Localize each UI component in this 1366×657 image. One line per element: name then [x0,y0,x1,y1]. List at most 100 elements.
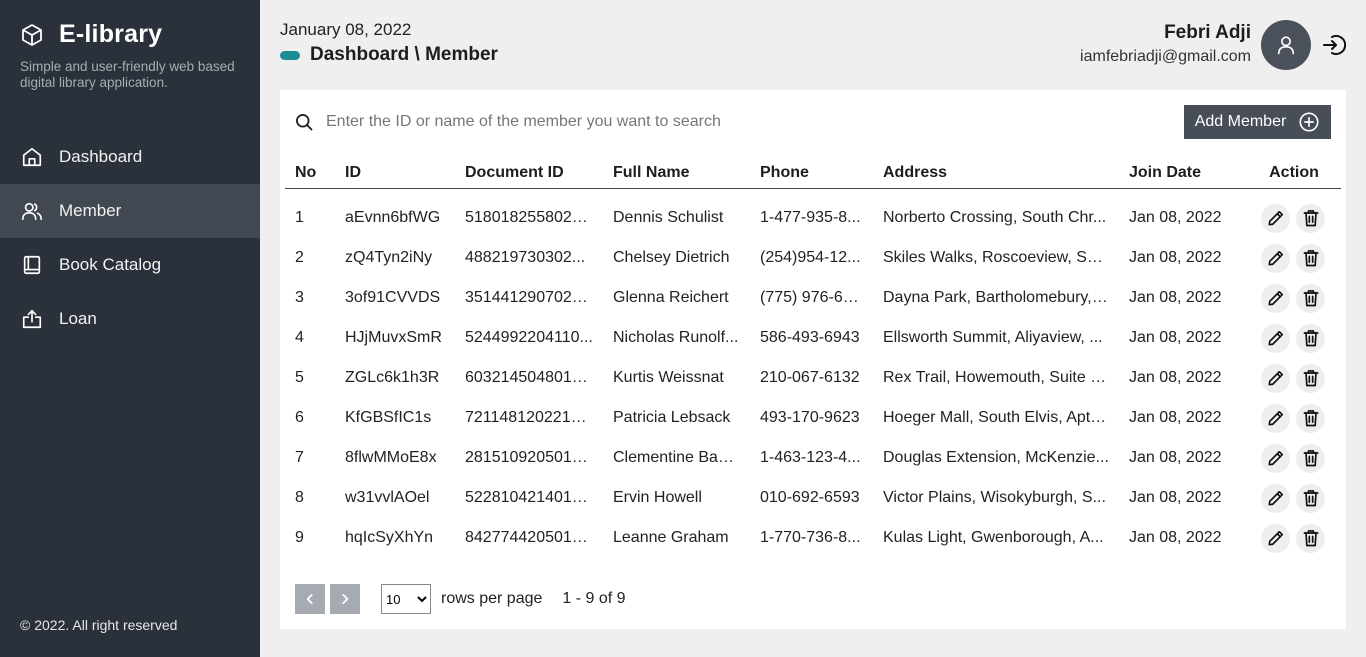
cell-address: Kulas Light, Gwenborough, A... [883,529,1104,546]
table-row[interactable]: 9 hqIcSyXhYn 8427744205010... Leanne Graham… [285,518,1341,558]
delete-button[interactable] [1296,483,1325,513]
cell-full-name: Glenna Reichert [613,289,729,306]
cell-document-id: 2815109205010... [465,449,595,466]
chevron-left-icon [306,594,313,604]
avatar[interactable] [1261,20,1311,70]
sidebar-item-label: Dashboard [59,147,143,166]
pencil-icon [1266,488,1286,508]
delete-button[interactable] [1296,443,1325,473]
edit-button[interactable] [1261,283,1290,313]
cell-action [1247,438,1341,478]
sidebar-item-loan[interactable]: Loan [0,292,260,346]
cell-id: aEvnn6bfWG [345,209,441,227]
sidebar-item-book-catalog[interactable]: Book Catalog [0,238,260,292]
delete-button[interactable] [1296,243,1325,273]
sidebar-item-dashboard[interactable]: Dashboard [0,130,260,184]
column-header-action: Action [1247,158,1341,189]
cell-join-date: Jan 08, 2022 [1129,209,1222,227]
cell-no: 6 [295,409,304,426]
member-table: No ID Document ID Full Name Phone Addres… [285,158,1341,558]
table-row[interactable]: 7 8flwMMoE8x 2815109205010... Clementine Ba… [285,438,1341,478]
cell-address: Douglas Extension, McKenzie... [883,449,1109,466]
cell-join-date: Jan 08, 2022 [1129,529,1222,546]
cell-full-name: Patricia Lebsack [613,409,731,426]
edit-button[interactable] [1261,243,1290,273]
previous-page-button[interactable] [295,584,325,614]
cell-address: Ellsworth Summit, Aliyaview, ... [883,329,1103,346]
table-row[interactable]: 8 w31vvlAOel 5228104214010... Ervin Howell 0… [285,478,1341,518]
plus-circle-icon [1298,111,1320,133]
edit-button[interactable] [1261,523,1290,553]
sidebar-item-member[interactable]: Member [0,184,260,238]
cell-phone: 210-067-6132 [760,369,860,386]
cell-join-date: Jan 08, 2022 [1129,489,1222,506]
column-header-phone[interactable]: Phone [750,158,873,189]
table-row[interactable]: 2 zQ4Tyn2iNy 488219730302... Chelsey Dietri… [285,238,1341,278]
trash-icon [1301,248,1321,268]
edit-button[interactable] [1261,403,1290,433]
column-header-id[interactable]: ID [335,158,455,189]
trash-icon [1301,528,1321,548]
cell-address: Rex Trail, Howemouth, Suite 2... [883,369,1113,386]
add-member-button[interactable]: Add Member [1184,105,1331,139]
cell-address: Victor Plains, Wisokyburgh, S... [883,489,1106,506]
book-icon [20,253,44,277]
sidebar-item-label: Member [59,201,122,220]
cell-phone: 1-770-736-8... [760,529,861,546]
page-range: 1 - 9 of 9 [562,590,626,607]
sidebar-item-label: Book Catalog [59,255,162,274]
edit-button[interactable] [1261,443,1290,473]
table-row[interactable]: 1 aEvnn6bfWG 5180182558020... Dennis Schuli… [285,188,1341,238]
column-header-full-name[interactable]: Full Name [603,158,750,189]
table-header-row: No ID Document ID Full Name Phone Addres… [285,158,1341,189]
edit-button[interactable] [1261,363,1290,393]
cell-id: 3of91CVVDS [345,289,441,306]
column-header-join-date[interactable]: Join Date [1119,158,1247,189]
table-row[interactable]: 5 ZGLc6k1h3R 6032145048010... Kurtis Weissn… [285,358,1341,398]
cell-action [1247,518,1341,558]
sidebar-item-label: Loan [59,309,97,328]
upload-icon [20,307,44,331]
cell-join-date: Jan 08, 2022 [1129,249,1222,266]
cell-address: Dayna Park, Bartholomebury, ... [883,289,1110,306]
table-row[interactable]: 4 HJjMuvxSmR 5244992204110... Nicholas Runo… [285,318,1341,358]
rows-per-page-select[interactable]: 10 [381,584,431,614]
cell-document-id: 488219730302... [465,249,586,266]
current-date: January 08, 2022 [280,20,412,39]
column-header-document-id[interactable]: Document ID [455,158,603,189]
rows-per-page-label: rows per page [441,590,543,607]
edit-button[interactable] [1261,203,1290,233]
search-input[interactable] [326,108,1166,136]
column-header-address[interactable]: Address [873,158,1119,189]
table-row[interactable]: 6 KfGBSfIC1s 72114812022100... Patricia Leb… [285,398,1341,438]
delete-button[interactable] [1296,323,1325,353]
cell-address: Skiles Walks, Roscoeview, Sui... [883,249,1113,266]
cell-document-id: 5244992204110... [465,329,593,346]
next-page-button[interactable] [330,584,360,614]
delete-button[interactable] [1296,203,1325,233]
cell-full-name: Ervin Howell [613,489,702,506]
cell-id: hqIcSyXhYn [345,529,434,546]
pencil-icon [1266,328,1286,348]
cell-address: Norberto Crossing, South Chr... [883,209,1107,227]
cell-no: 5 [295,369,304,386]
cell-document-id: 5228104214010... [465,489,595,506]
delete-button[interactable] [1296,283,1325,313]
cell-no: 9 [295,529,304,546]
users-icon [20,199,44,223]
column-header-no[interactable]: No [285,158,335,189]
member-panel: Add Member No ID Document ID Full Name P… [280,90,1346,629]
breadcrumb: Dashboard \ Member [280,44,498,66]
delete-button[interactable] [1296,523,1325,553]
logout-button[interactable] [1322,33,1346,57]
trash-icon [1301,408,1321,428]
delete-button[interactable] [1296,403,1325,433]
edit-button[interactable] [1261,483,1290,513]
cell-join-date: Jan 08, 2022 [1129,289,1222,306]
user-info: Febri Adji iamfebriadji@gmail.com [1080,22,1251,66]
edit-button[interactable] [1261,323,1290,353]
delete-button[interactable] [1296,363,1325,393]
table-row[interactable]: 3 3of91CVVDS 3514412907020... Glenna Reiche… [285,278,1341,318]
cell-phone: 586-493-6943 [760,329,860,346]
cube-icon [20,23,44,47]
